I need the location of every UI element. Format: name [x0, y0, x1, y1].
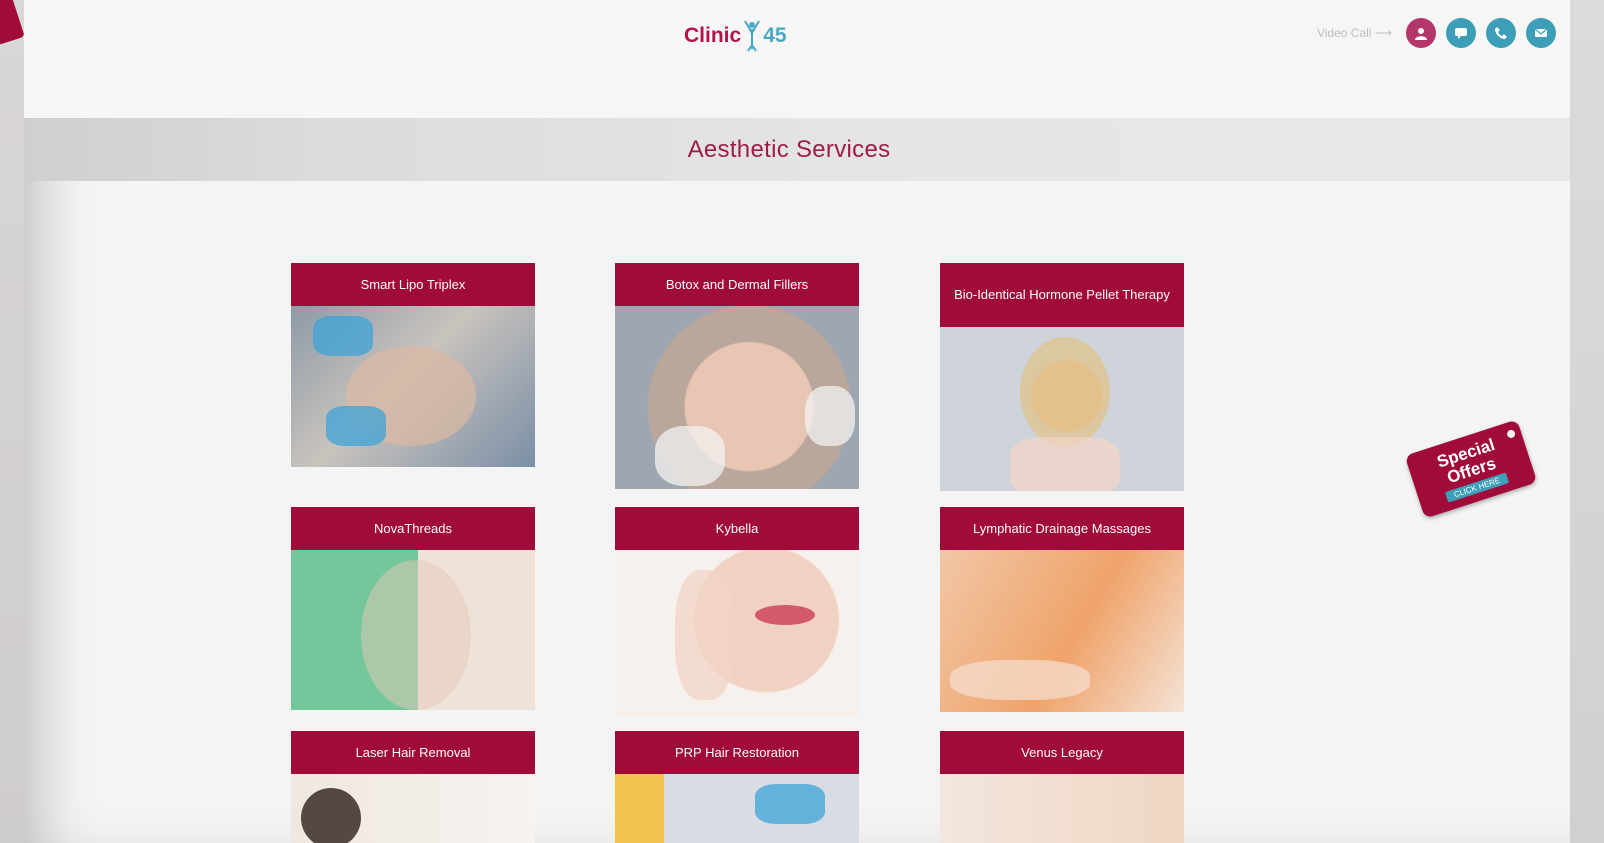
service-card-title[interactable]: Bio-Identical Hormone Pellet Therapy: [940, 263, 1184, 327]
service-image[interactable]: [940, 550, 1184, 712]
service-card-laser-hair[interactable]: Laser Hair Removal: [291, 731, 535, 843]
service-card-title[interactable]: NovaThreads: [291, 507, 535, 550]
service-image[interactable]: [615, 774, 859, 843]
service-image[interactable]: [940, 774, 1184, 843]
page-title: Aesthetic Services: [687, 135, 891, 163]
logo-number: 45: [763, 24, 787, 47]
service-card-title[interactable]: Botox and Dermal Fillers: [615, 263, 859, 306]
service-card-title[interactable]: Laser Hair Removal: [291, 731, 535, 774]
service-image[interactable]: [940, 327, 1184, 491]
logo-figure-icon: [743, 19, 761, 53]
service-image[interactable]: [291, 306, 535, 467]
service-card-title[interactable]: Smart Lipo Triplex: [291, 263, 535, 306]
service-image[interactable]: [291, 774, 535, 843]
background-right: [1570, 0, 1604, 843]
user-icon[interactable]: [1406, 18, 1436, 48]
service-card-prp-hair[interactable]: PRP Hair Restoration: [615, 731, 859, 843]
background-left: [0, 0, 25, 843]
logo-text: Clinic: [684, 24, 742, 47]
service-card-title[interactable]: Venus Legacy: [940, 731, 1184, 774]
service-card-novathreads[interactable]: NovaThreads: [291, 507, 535, 710]
video-call-link[interactable]: Video Call ⟶: [1317, 26, 1392, 40]
service-image[interactable]: [615, 306, 859, 489]
site-logo[interactable]: Clinic 45: [684, 18, 787, 54]
phone-icon[interactable]: [1486, 18, 1516, 48]
mail-icon[interactable]: [1526, 18, 1556, 48]
service-card-title[interactable]: PRP Hair Restoration: [615, 731, 859, 774]
chat-icon[interactable]: [1446, 18, 1476, 48]
title-band: Aesthetic Services: [24, 118, 1570, 181]
service-card-lymphatic[interactable]: Lymphatic Drainage Massages: [940, 507, 1184, 712]
service-card-venus-legacy[interactable]: Venus Legacy: [940, 731, 1184, 843]
service-image[interactable]: [291, 550, 535, 710]
service-card-botox[interactable]: Botox and Dermal Fillers: [615, 263, 859, 489]
service-card-title[interactable]: Kybella: [615, 507, 859, 550]
service-card-bio-identical[interactable]: Bio-Identical Hormone Pellet Therapy: [940, 263, 1184, 491]
header: Clinic 45 Video Call ⟶: [24, 0, 1570, 118]
contact-bar: Video Call ⟶: [1317, 18, 1556, 48]
service-card-kybella[interactable]: Kybella: [615, 507, 859, 716]
tag-hole: [1506, 428, 1517, 439]
service-card-smart-lipo[interactable]: Smart Lipo Triplex: [291, 263, 535, 467]
service-image[interactable]: [615, 550, 859, 716]
service-card-title[interactable]: Lymphatic Drainage Massages: [940, 507, 1184, 550]
page: Clinic 45 Video Call ⟶ Aesthetic Service…: [24, 0, 1570, 843]
decorative-tag: [0, 0, 25, 46]
